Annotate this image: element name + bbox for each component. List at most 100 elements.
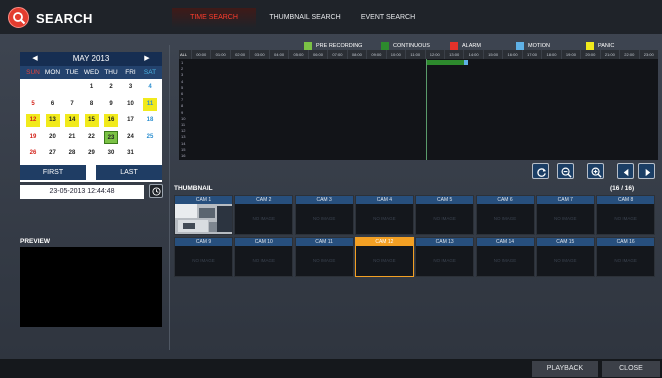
calendar-day[interactable]: 15 xyxy=(84,114,99,127)
camera-tile[interactable]: CAM 11 NO IMAGE xyxy=(294,237,354,277)
hour-label: 19:00 xyxy=(560,50,580,59)
camera-tile[interactable]: CAM 14 NO IMAGE xyxy=(475,237,535,277)
calendar-day[interactable]: 12 xyxy=(26,114,40,127)
calendar-day[interactable]: 28 xyxy=(65,147,79,160)
calendar-day[interactable]: 3 xyxy=(124,81,138,94)
camera-tile[interactable]: CAM 12 NO IMAGE xyxy=(354,237,414,277)
calendar-day[interactable]: 13 xyxy=(45,114,60,127)
page-title: SEARCH xyxy=(36,11,93,26)
camera-tile[interactable]: CAM 1 xyxy=(174,195,233,235)
last-button[interactable]: LAST xyxy=(96,165,162,180)
calendar-day[interactable]: 31 xyxy=(124,147,138,160)
no-image-label: NO IMAGE xyxy=(554,258,577,263)
hour-label: 09:00 xyxy=(366,50,385,59)
all-channels-label[interactable]: ALL xyxy=(180,50,187,59)
camera-tile[interactable]: CAM 9 NO IMAGE xyxy=(174,237,233,277)
camera-label: CAM 2 xyxy=(235,196,293,204)
camera-label: CAM 9 xyxy=(175,238,232,246)
time-cursor[interactable] xyxy=(426,59,428,160)
calendar-day[interactable]: 18 xyxy=(143,114,157,127)
no-image-label: NO IMAGE xyxy=(554,216,577,221)
channel-label: 8 xyxy=(181,103,184,109)
calendar-day[interactable]: 11 xyxy=(143,97,157,111)
weekday-label: MON xyxy=(44,69,61,76)
calendar-day[interactable]: 1 xyxy=(85,81,99,94)
calendar-day[interactable]: 22 xyxy=(85,131,99,144)
hour-label: 17:00 xyxy=(521,50,541,59)
continuous-recording-bar xyxy=(426,60,465,65)
close-button[interactable]: CLOSE xyxy=(602,361,660,377)
calendar-day[interactable]: 26 xyxy=(26,147,40,160)
no-image-label: NO IMAGE xyxy=(493,216,517,221)
calendar-day[interactable]: 21 xyxy=(65,131,79,144)
hour-label: 15:00 xyxy=(482,50,502,59)
camera-tile[interactable]: CAM 5 NO IMAGE xyxy=(415,195,475,235)
search-window: SEARCH TIME SEARCH THUMBNAIL SEARCH EVEN… xyxy=(0,0,662,378)
calendar-day[interactable]: 20 xyxy=(46,131,60,144)
calendar-day[interactable]: 8 xyxy=(85,98,99,111)
calendar-day[interactable]: 5 xyxy=(26,98,40,111)
tab-time-search[interactable]: TIME SEARCH xyxy=(172,8,256,28)
no-image-label: NO IMAGE xyxy=(373,216,396,221)
camera-tile[interactable]: CAM 6 NO IMAGE xyxy=(475,195,535,235)
legend-swatch xyxy=(381,42,389,50)
calendar-day[interactable]: 7 xyxy=(65,98,79,111)
next-month-icon[interactable]: ▶ xyxy=(140,52,154,66)
channel-label: 6 xyxy=(181,91,184,96)
channel-label: 12 xyxy=(181,128,186,134)
calendar-day[interactable]: 27 xyxy=(46,147,60,160)
calendar-day[interactable]: 24 xyxy=(124,131,138,144)
camera-tile[interactable]: CAM 15 NO IMAGE xyxy=(535,237,595,277)
hour-label: 11:00 xyxy=(405,50,424,59)
no-image-label: NO IMAGE xyxy=(433,216,456,221)
no-image-label: NO IMAGE xyxy=(614,216,637,221)
hour-label: 04:00 xyxy=(268,50,288,59)
calendar-day[interactable]: 25 xyxy=(143,131,157,144)
camera-tile[interactable]: CAM 10 NO IMAGE xyxy=(234,237,294,277)
hour-ruler: ALL 00:00 01:00 02:00 03:00 04:00 05:00 06:00 0… xyxy=(179,50,658,59)
camera-tile[interactable]: CAM 7 NO IMAGE xyxy=(535,195,595,235)
calendar-day[interactable]: 17 xyxy=(124,114,138,127)
playback-button[interactable]: PLAYBACK xyxy=(532,361,598,377)
calendar-day[interactable]: 23 xyxy=(104,130,118,144)
clock-icon[interactable] xyxy=(149,184,163,198)
calendar-day[interactable]: 4 xyxy=(143,81,157,94)
calendar-day[interactable]: 10 xyxy=(124,98,138,111)
calendar-day[interactable]: 16 xyxy=(104,114,118,127)
zoom-out-icon[interactable] xyxy=(557,163,574,179)
timeline[interactable]: ALL 00:00 01:00 02:00 03:00 04:00 05:00 06:00 0… xyxy=(179,50,658,160)
camera-tile[interactable]: CAM 3 NO IMAGE xyxy=(294,195,354,235)
camera-tile[interactable]: CAM 16 NO IMAGE xyxy=(596,237,656,277)
tab-event-search[interactable]: EVENT SEARCH xyxy=(353,8,423,28)
camera-tile[interactable]: CAM 8 NO IMAGE xyxy=(596,195,656,235)
prev-icon[interactable] xyxy=(617,163,634,179)
camera-tile[interactable]: CAM 13 NO IMAGE xyxy=(415,237,475,277)
no-image-label: NO IMAGE xyxy=(252,216,276,221)
zoom-in-icon[interactable] xyxy=(587,163,604,179)
first-button[interactable]: FIRST xyxy=(20,165,86,180)
calendar-day[interactable]: 29 xyxy=(85,147,99,160)
calendar-day[interactable]: 9 xyxy=(104,98,118,111)
camera-label: CAM 10 xyxy=(235,238,293,246)
next-icon[interactable] xyxy=(638,163,655,179)
hour-label: 18:00 xyxy=(541,50,560,59)
camera-tile[interactable]: CAM 4 NO IMAGE xyxy=(354,195,414,235)
hour-label: 23:00 xyxy=(638,50,658,59)
datetime-field[interactable]: 23-05-2013 12:44:48 xyxy=(20,185,144,199)
calendar-day[interactable]: 30 xyxy=(104,147,118,160)
camera-tile[interactable]: CAM 2 NO IMAGE xyxy=(234,195,294,235)
no-image-label: NO IMAGE xyxy=(433,258,456,263)
calendar-day[interactable]: 19 xyxy=(26,131,40,144)
calendar-day[interactable]: 2 xyxy=(104,81,118,94)
camera-label: CAM 5 xyxy=(416,196,474,204)
tab-thumbnail-search[interactable]: THUMBNAIL SEARCH xyxy=(263,8,347,28)
refresh-icon[interactable] xyxy=(532,163,549,179)
divider xyxy=(169,45,170,350)
camera-snapshot xyxy=(175,204,232,234)
top-bar: SEARCH TIME SEARCH THUMBNAIL SEARCH EVEN… xyxy=(0,0,662,34)
legend-swatch xyxy=(516,42,524,50)
camera-label: CAM 3 xyxy=(295,196,353,204)
channel-label: 10 xyxy=(181,115,186,121)
calendar-day[interactable]: 14 xyxy=(65,114,79,127)
calendar-day[interactable]: 6 xyxy=(46,98,60,111)
